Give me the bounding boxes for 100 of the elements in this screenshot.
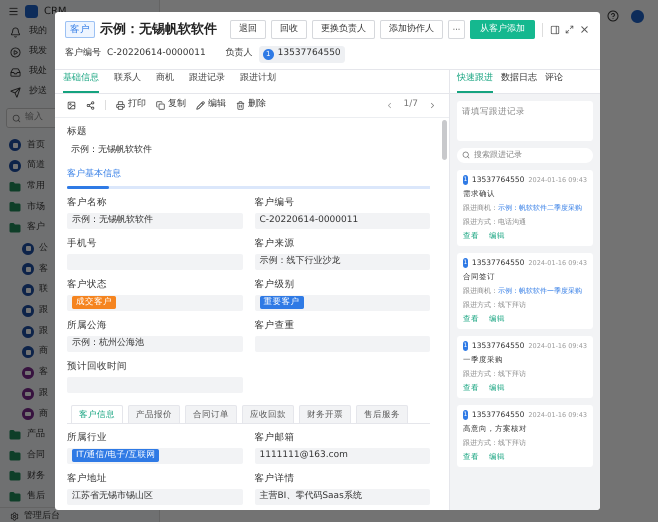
app-icon: [22, 304, 34, 317]
status-tag: 成交客户: [72, 296, 116, 309]
menu-item-icon[interactable]: [10, 66, 21, 78]
tab[interactable]: 评论: [545, 72, 563, 92]
nav-item[interactable]: 客: [39, 366, 48, 380]
tab[interactable]: 财务开票: [299, 404, 351, 422]
tab[interactable]: 应收回款: [242, 404, 294, 422]
field-value: 示例：线下行业沙龙: [254, 254, 430, 270]
nav-item[interactable]: 商: [39, 408, 48, 422]
folder-icon: [9, 222, 21, 234]
field-label: 标题: [67, 126, 88, 138]
menu-item[interactable]: 我的: [29, 25, 47, 39]
nav-item[interactable]: 商: [39, 345, 48, 359]
nav-item[interactable]: 联: [39, 283, 48, 297]
nav-item[interactable]: 客户: [27, 221, 45, 235]
settings-icon[interactable]: [10, 512, 19, 522]
nav-item[interactable]: 跟: [39, 324, 48, 338]
menu-icon[interactable]: [8, 6, 19, 16]
menu-item-icon[interactable]: [10, 26, 21, 38]
tab[interactable]: 商机: [156, 72, 174, 92]
nav-item[interactable]: 首页: [27, 138, 45, 152]
customer-number-label: 客户编号: [65, 47, 101, 60]
nav-item[interactable]: 跟: [39, 304, 48, 318]
field-label: 客户查重: [254, 320, 296, 332]
tab[interactable]: 产品报价: [128, 404, 180, 422]
add-from-customer-button[interactable]: 从客户添加: [470, 20, 535, 40]
share-icon[interactable]: [86, 100, 95, 110]
nav-item[interactable]: 跟: [39, 386, 48, 400]
action-button[interactable]: 添加协作人: [380, 20, 443, 40]
nav-item[interactable]: 常用: [27, 180, 45, 194]
close-icon[interactable]: [579, 24, 590, 36]
tab[interactable]: 售后服务: [356, 404, 408, 422]
report-icon: [22, 388, 34, 400]
tab[interactable]: 跟进计划: [240, 72, 276, 92]
field-value: 1111111@163.com: [254, 448, 430, 464]
record-type-tag: 客户: [65, 21, 95, 38]
avatar-icon[interactable]: [631, 10, 644, 22]
tab[interactable]: 快速跟进: [457, 72, 493, 92]
toolbar-button[interactable]: 编辑: [196, 98, 226, 112]
dialog-title: 示例：无锡帆软软件: [100, 21, 217, 39]
menu-item-icon[interactable]: [10, 46, 21, 58]
nav-item[interactable]: 客: [39, 262, 48, 276]
more-button[interactable]: ···: [448, 20, 465, 40]
scrollbar-thumb[interactable]: [442, 120, 447, 160]
admin-link[interactable]: 管理后台: [24, 510, 60, 522]
search-input[interactable]: 搜索跟进记录: [474, 149, 574, 161]
next-icon[interactable]: [428, 100, 437, 110]
field-value: C-20220614-0000011: [254, 212, 430, 228]
action-button[interactable]: 回收: [271, 20, 307, 40]
tab[interactable]: 合同订单: [185, 404, 237, 422]
folder-icon: [9, 180, 21, 193]
search-icon: [462, 151, 470, 159]
action-button[interactable]: 退回: [230, 20, 266, 40]
tab[interactable]: 跟进记录: [189, 72, 225, 92]
nav-item[interactable]: 合同: [27, 448, 45, 462]
nav-item[interactable]: 公: [39, 242, 48, 256]
nav-item[interactable]: 财务: [27, 470, 45, 484]
report-icon: [22, 408, 34, 420]
search-icon: [12, 114, 21, 122]
folder-icon: [9, 428, 21, 441]
toolbar-button[interactable]: 复制: [156, 98, 186, 112]
field-label: 所属行业: [67, 432, 108, 444]
search-field[interactable]: 搜索跟进记录: [457, 148, 593, 162]
field-label: 客户状态: [67, 278, 108, 290]
toolbar-icon: [156, 100, 165, 110]
toolbar-button[interactable]: 打印: [116, 98, 146, 112]
status-tag: 重要客户: [260, 296, 304, 309]
app-icon: [9, 139, 21, 152]
owner-name: 13537764550: [278, 47, 341, 60]
field-value: 示例：杭州公海池: [67, 336, 242, 352]
maximize-icon[interactable]: [565, 25, 574, 34]
tab[interactable]: 基础信息: [63, 72, 99, 92]
app-icon: [22, 326, 34, 338]
menu-item[interactable]: 我处: [29, 65, 47, 79]
field-value: 江苏省无锡市锡山区: [67, 488, 242, 504]
toolbar-icon: [196, 100, 205, 110]
folder-icon: [9, 470, 21, 482]
app-icon: [22, 242, 34, 255]
menu-item[interactable]: 抄送: [29, 85, 47, 99]
folder-icon: [9, 201, 21, 214]
image-icon[interactable]: [67, 100, 76, 110]
action-button[interactable]: 更换负责人: [312, 20, 375, 40]
nav-item[interactable]: 产品: [27, 428, 45, 442]
tab[interactable]: 联系人: [114, 72, 141, 92]
help-icon[interactable]: [607, 10, 619, 22]
status-tag: IT/通信/电子/互联网: [72, 449, 160, 462]
tab[interactable]: 数据日志: [501, 72, 537, 92]
menu-item[interactable]: 我发: [29, 45, 47, 59]
nav-item[interactable]: 市场: [27, 200, 45, 214]
search-input[interactable]: 输入: [25, 111, 125, 125]
nav-item[interactable]: 简道: [27, 159, 45, 173]
toolbar-button[interactable]: 删除: [236, 98, 266, 112]
note-field[interactable]: 请填写跟进记录: [457, 100, 593, 140]
menu-item-icon[interactable]: [10, 86, 21, 98]
field-value: 示例：无锡帆软软件: [67, 212, 242, 228]
tab[interactable]: 客户信息: [71, 404, 123, 422]
nav-item[interactable]: 售后: [27, 490, 45, 504]
side-panel-icon[interactable]: [550, 24, 560, 35]
field-label: 客户详情: [254, 472, 296, 484]
app-icon: [22, 263, 34, 276]
